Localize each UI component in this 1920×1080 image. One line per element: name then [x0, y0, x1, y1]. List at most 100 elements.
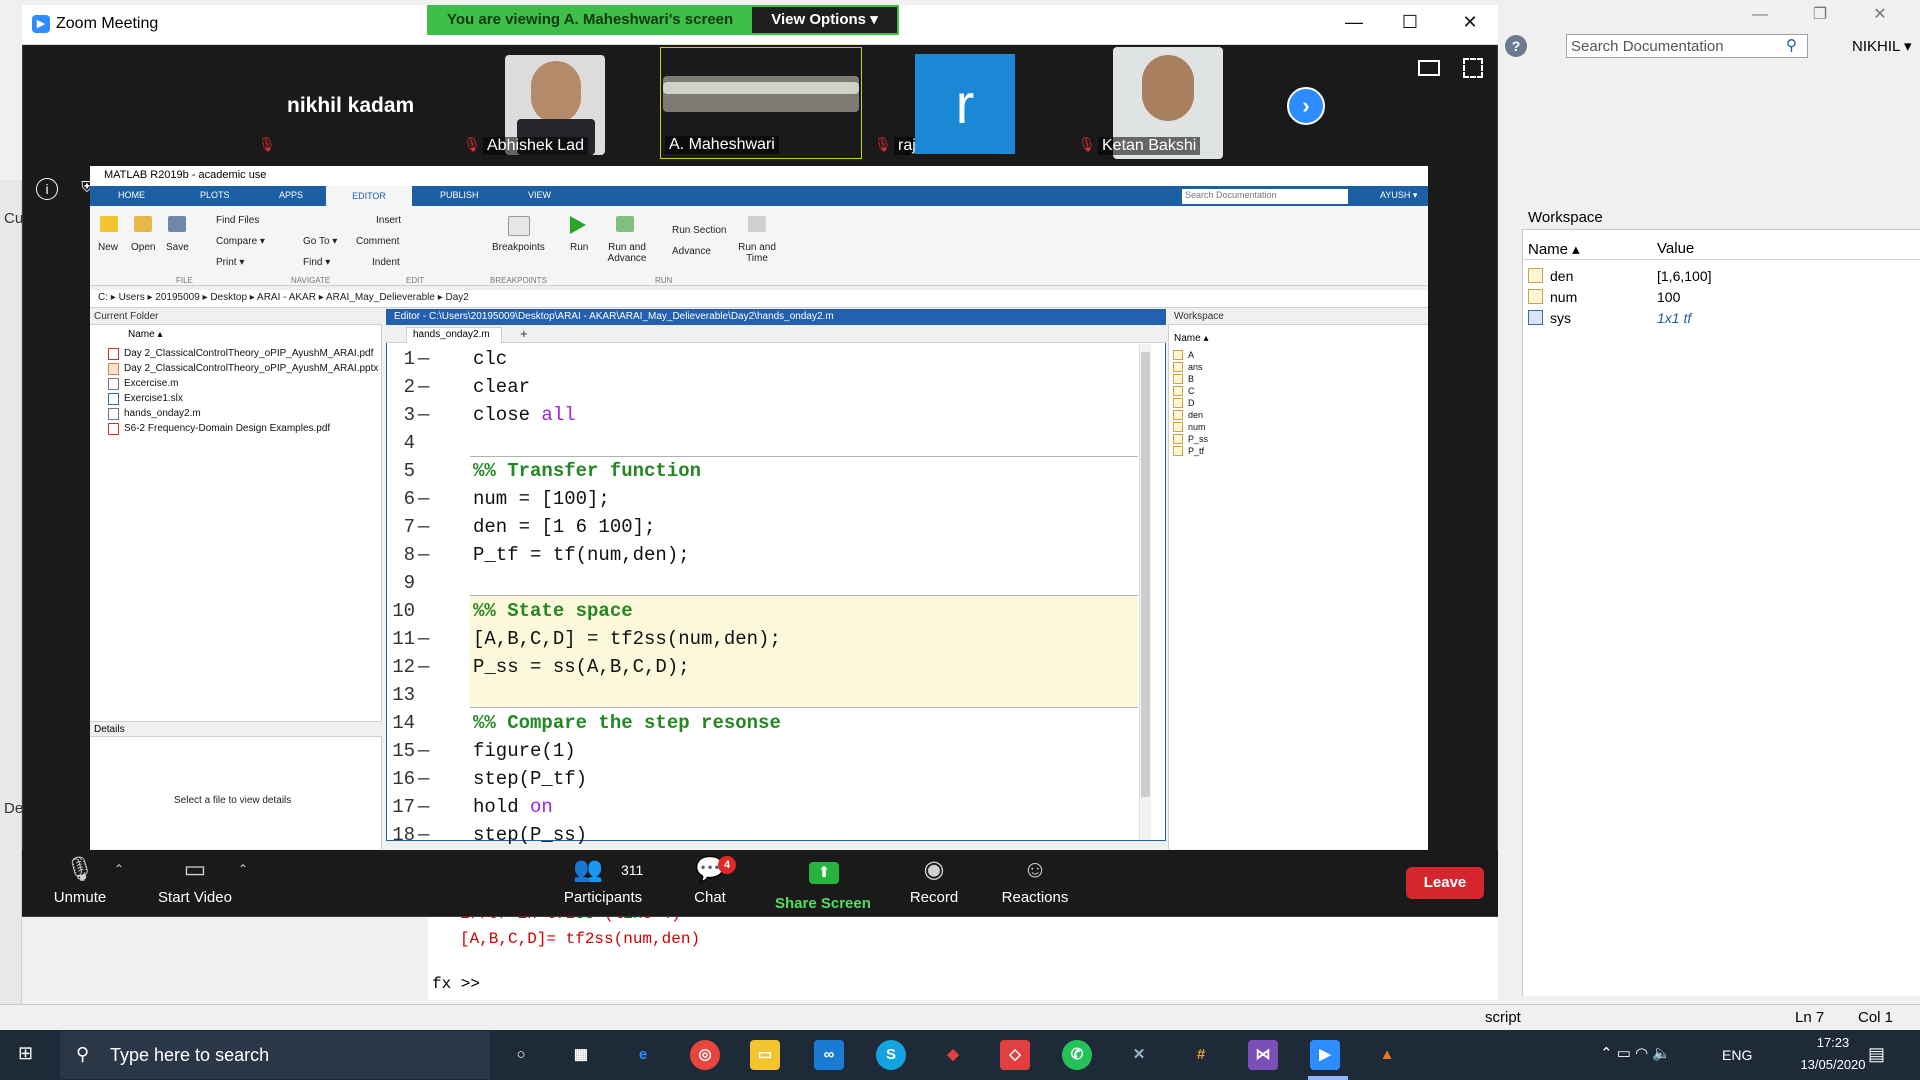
breakpoint-marker[interactable]: — [418, 401, 429, 429]
cortana-icon[interactable]: ○ [506, 1040, 536, 1070]
compare-button[interactable]: Compare ▾ [216, 236, 265, 247]
windows-start-icon[interactable]: ⊞ [18, 1043, 40, 1065]
code-line[interactable]: 15— figure(1) [387, 737, 1137, 765]
start-video-button[interactable]: ▭ Start Video [155, 855, 235, 906]
taskbar-search-placeholder[interactable]: Type here to search [110, 1045, 269, 1066]
code-line[interactable]: 14 %% Compare the step resonse [387, 709, 1137, 737]
indent-button[interactable]: Indent [372, 257, 400, 268]
new-button[interactable]: New [98, 242, 118, 253]
bg-ws-row-sys[interactable]: sys 1x1 tf [1522, 308, 1920, 329]
unmute-button[interactable]: 🎙 Unmute [50, 855, 110, 906]
new-tab-plus-icon[interactable]: + [520, 326, 528, 341]
code-line[interactable]: 13 [387, 681, 1137, 709]
bg-ws-col-name[interactable]: Name ▴ [1528, 240, 1580, 258]
workspace-variable[interactable]: A [1188, 350, 1194, 360]
code-line[interactable]: 6— num = [100]; [387, 485, 1137, 513]
code-line[interactable]: 12— P_ss = ss(A,B,C,D); [387, 653, 1137, 681]
breakpoint-marker[interactable]: — [418, 625, 429, 653]
code-line[interactable]: 18— step(P_ss) [387, 821, 1137, 849]
editor-scroll-thumb[interactable] [1141, 352, 1150, 797]
advance-button[interactable]: Advance [672, 246, 711, 257]
participant-tile-active[interactable]: A. Maheshwari [660, 47, 862, 159]
breakpoint-marker[interactable]: — [418, 345, 429, 373]
breakpoint-marker[interactable]: — [418, 513, 429, 541]
code-line[interactable]: 9 [387, 569, 1137, 597]
search-icon[interactable]: ⚲ [1786, 36, 1797, 54]
participant-tile[interactable]: 🎙 Ketan Bakshi [1070, 47, 1270, 159]
zoom-maximize-button[interactable]: ☐ [1390, 12, 1430, 33]
skype-icon[interactable]: S [876, 1040, 906, 1070]
breakpoint-marker[interactable]: — [418, 541, 429, 569]
workspace-variable[interactable]: P_ss [1188, 434, 1208, 444]
file-item[interactable]: S6-2 Frequency-Domain Design Examples.pd… [124, 423, 330, 434]
run-and-advance-button[interactable]: Run and Advance [607, 242, 647, 264]
code-line[interactable]: 1— clc [387, 345, 1137, 373]
matlab-taskbar-icon[interactable]: ▲ [1372, 1040, 1402, 1070]
tab-editor[interactable]: EDITOR [326, 186, 412, 206]
clock-time[interactable]: 17:23 [1788, 1035, 1878, 1050]
save-button[interactable]: Save [166, 242, 189, 253]
visual-studio-icon[interactable]: ⋈ [1248, 1040, 1278, 1070]
bg-user-menu[interactable]: NIKHIL ▾ [1852, 37, 1912, 55]
zoom-close-button[interactable]: ✕ [1450, 12, 1490, 33]
task-view-icon[interactable]: ▦ [566, 1040, 596, 1070]
zoom-minimize-button[interactable]: — [1334, 12, 1374, 33]
workspace-variable[interactable]: B [1188, 374, 1194, 384]
bg-minimize-button[interactable]: — [1740, 4, 1780, 26]
code-line[interactable]: 2— clear [387, 373, 1137, 401]
file-item[interactable]: Excercise.m [124, 378, 178, 389]
code-line[interactable]: 16— step(P_tf) [387, 765, 1137, 793]
code-line[interactable]: 17— hold on [387, 793, 1137, 821]
workspace-variable[interactable]: P_tf [1188, 446, 1204, 456]
breakpoint-marker[interactable]: — [418, 765, 429, 793]
arduino-icon[interactable]: ∞ [814, 1040, 844, 1070]
share-screen-icon[interactable]: ⬆ [809, 862, 839, 884]
anydesk-icon[interactable]: ◇ [1000, 1040, 1030, 1070]
file-item[interactable]: Exercise1.slx [124, 393, 183, 404]
chrome-icon[interactable]: ◎ [690, 1040, 720, 1070]
leave-button[interactable]: Leave [1406, 867, 1484, 899]
whatsapp-icon[interactable]: ✆ [1062, 1040, 1092, 1070]
file-item[interactable]: Day 2_ClassicalControlTheory_oPIP_AyushM… [124, 363, 378, 374]
file-item[interactable]: Day 2_ClassicalControlTheory_oPIP_AyushM… [124, 348, 373, 359]
info-icon[interactable]: i [36, 178, 58, 200]
bg-ws-col-value[interactable]: Value [1657, 240, 1694, 257]
bg-ws-row-den[interactable]: den [1,6,100] [1522, 266, 1920, 287]
bg-restore-button[interactable]: ❐ [1800, 4, 1840, 26]
bg-close-button[interactable]: ✕ [1860, 4, 1900, 26]
fullscreen-icon[interactable] [1463, 58, 1483, 78]
next-participants-button[interactable]: › [1287, 87, 1325, 125]
shared-workspace-col-name[interactable]: Name ▴ [1174, 333, 1208, 344]
bg-search-input[interactable]: Search Documentation [1566, 34, 1808, 58]
run-button[interactable]: Run [570, 242, 588, 253]
clock-date[interactable]: 13/05/2020 [1788, 1057, 1878, 1072]
shared-user-menu[interactable]: AYUSH ▾ [1380, 190, 1417, 201]
workspace-variable[interactable]: C [1188, 386, 1195, 396]
bg-ws-row-num[interactable]: num 100 [1522, 287, 1920, 308]
tab-apps[interactable]: APPS [279, 190, 303, 200]
code-line[interactable]: 5 %% Transfer function [387, 457, 1137, 485]
code-line[interactable]: 4 [387, 429, 1137, 457]
gallery-layout-icon[interactable] [1418, 60, 1440, 76]
code-line[interactable]: 11— [A,B,C,D] = tf2ss(num,den); [387, 625, 1137, 653]
bg-cmd-prompt[interactable]: fx >> [432, 975, 480, 993]
breakpoint-marker[interactable]: — [418, 653, 429, 681]
code-line[interactable]: 3— close all [387, 401, 1137, 429]
video-options-caret-icon[interactable]: ⌃ [238, 862, 248, 876]
system-tray-icons[interactable]: ⌃ ▭ ◠ 🔈 [1600, 1044, 1671, 1062]
workspace-variable[interactable]: D [1188, 398, 1195, 408]
breakpoint-marker[interactable]: — [418, 737, 429, 765]
breakpoint-marker[interactable]: — [418, 485, 429, 513]
editor-file-tab[interactable]: hands_onday2.m [406, 327, 502, 343]
tab-view[interactable]: VIEW [528, 190, 551, 200]
find-files-button[interactable]: Find Files [216, 215, 259, 226]
file-item[interactable]: hands_onday2.m [124, 408, 201, 419]
zoom-taskbar-icon[interactable]: ▶ [1310, 1040, 1340, 1070]
breakpoint-marker[interactable]: — [418, 821, 429, 849]
find-button[interactable]: Find ▾ [303, 257, 330, 268]
slack-icon[interactable]: # [1186, 1040, 1216, 1070]
workspace-variable[interactable]: ans [1188, 362, 1203, 372]
workspace-variable[interactable]: den [1188, 410, 1203, 420]
view-options-button[interactable]: View Options ▾ [752, 7, 897, 33]
code-line[interactable]: 10 %% State space [387, 597, 1137, 625]
